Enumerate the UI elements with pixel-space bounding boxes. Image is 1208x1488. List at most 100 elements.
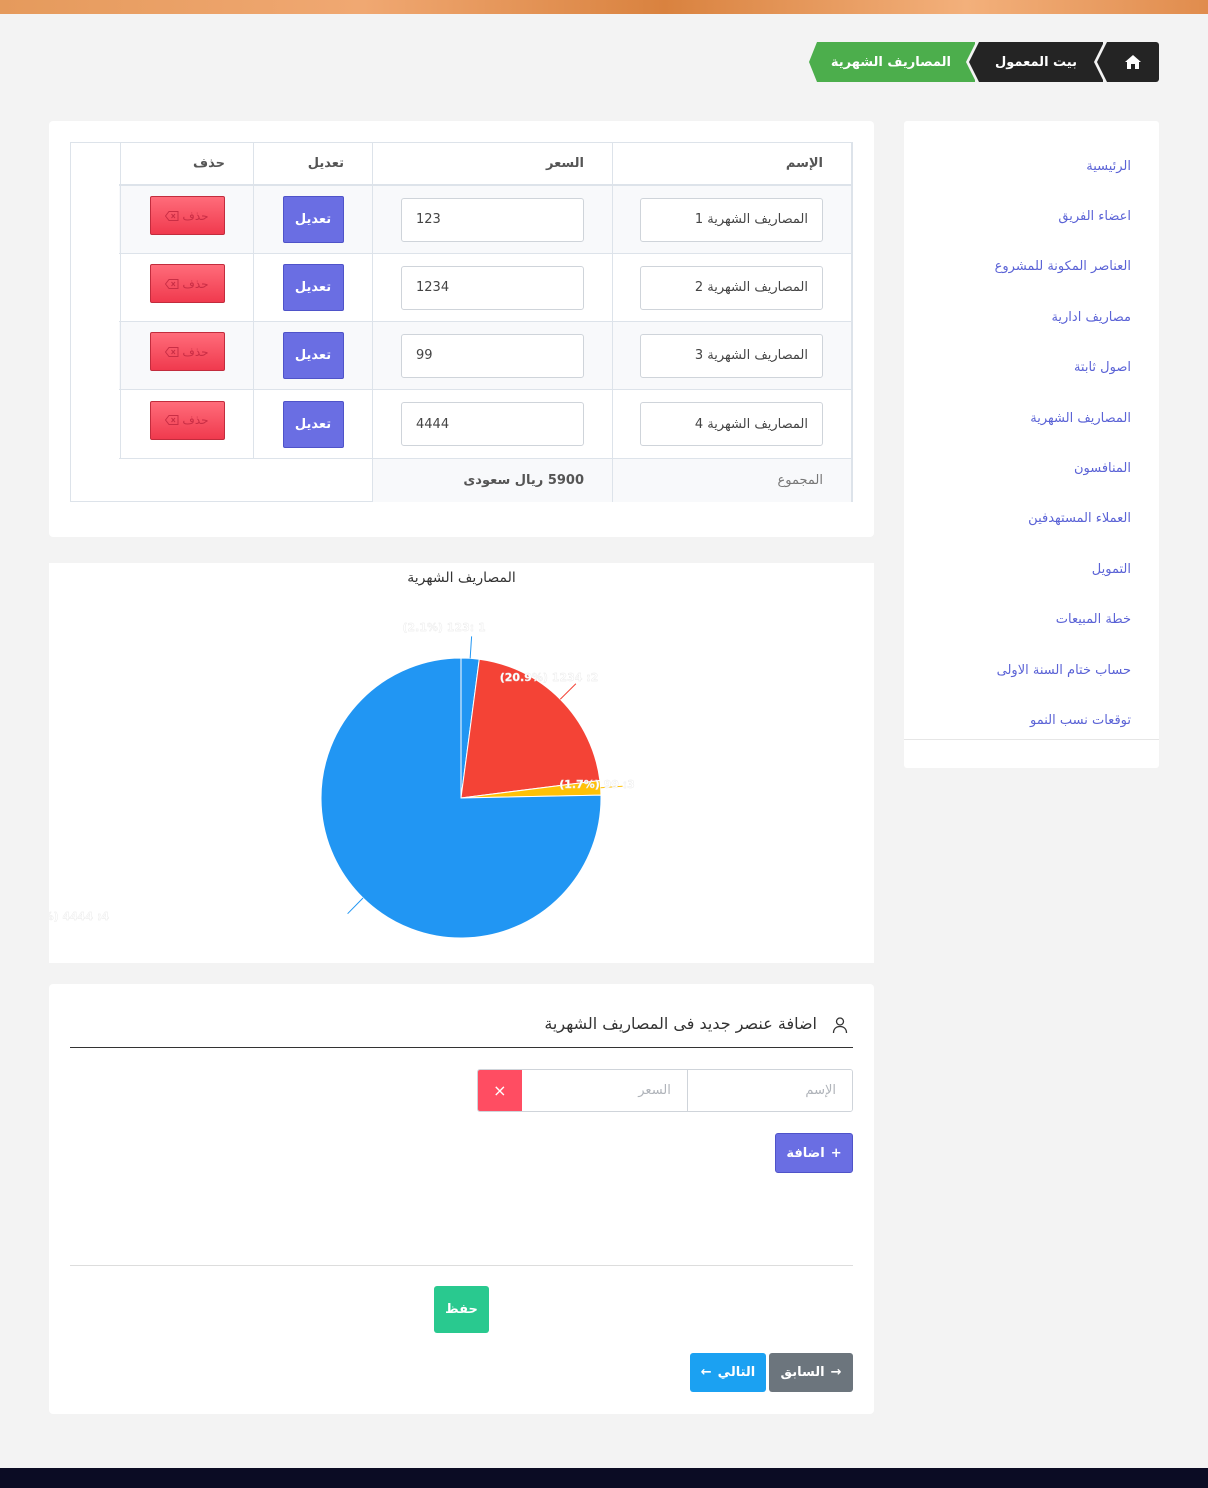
form-divider — [70, 1265, 853, 1266]
pie-data-label: 2: 1234 (20.9%) — [500, 671, 599, 684]
sidebar-item-funding[interactable]: التمويل — [904, 544, 1159, 594]
new-price-input[interactable]: السعر — [521, 1070, 687, 1111]
price-cell: 4444 — [372, 390, 612, 458]
name-input[interactable]: المصاريف الشهرية 3 — [640, 333, 823, 378]
edit-button[interactable]: تعديل — [282, 264, 344, 311]
delete-button[interactable]: حذف — [149, 196, 225, 235]
pie-data-label: 3: 99 (1.7%) — [559, 778, 635, 791]
sidebar-item-fixed-assets[interactable]: اصول ثابتة — [904, 343, 1159, 393]
arrow-right-icon: → — [830, 1365, 842, 1380]
pie-data-label: 4: 4444 (75.3%) — [49, 910, 109, 923]
sidebar-divider — [904, 739, 1159, 740]
edit-button[interactable]: تعديل — [282, 196, 344, 243]
price-input[interactable]: 123 — [401, 197, 584, 242]
delete-label: حذف — [182, 344, 209, 359]
plus-icon: + — [830, 1145, 842, 1161]
delete-cell: حذف — [120, 390, 253, 458]
header-price: السعر — [372, 143, 612, 184]
name-cell: المصاريف الشهرية 3 — [612, 322, 852, 389]
home-icon — [1125, 55, 1141, 69]
price-cell: 99 — [372, 322, 612, 389]
form-header: اضافة عنصر جديد فى المصاريف الشهرية — [70, 1014, 853, 1048]
pie-data-label: 1 :123 (2.1%) — [402, 621, 485, 634]
edit-cell: تعديل — [253, 186, 372, 253]
new-name-input[interactable]: الإسم — [686, 1070, 852, 1111]
add-button[interactable]: + اضافة — [775, 1133, 853, 1173]
pie-chart-card: المصاريف الشهرية 1 :123 (2.1%) 2: 1234 (2… — [49, 563, 874, 963]
delete-label: حذف — [182, 276, 209, 291]
delete-cell: حذف — [120, 322, 253, 389]
name-input[interactable]: المصاريف الشهرية 4 — [640, 402, 823, 446]
sidebar-item-competitors[interactable]: المنافسون — [904, 443, 1159, 493]
pie-chart: 1 :123 (2.1%) 2: 1234 (20.9%) 3: 99 (1.7%)… — [49, 621, 635, 939]
backspace-icon — [165, 278, 179, 289]
table-row: المصاريف الشهرية 3 99 تعديل حذف — [119, 322, 852, 390]
delete-label: حذف — [182, 208, 209, 223]
breadcrumb-current: المصاريف الشهرية — [808, 42, 977, 82]
header-edit: تعديل — [253, 143, 372, 184]
expenses-table-card: الإسم السعر تعديل حذف المصاريف الشهرية 1… — [49, 121, 874, 537]
arrow-left-icon: ← — [700, 1365, 712, 1380]
delete-button[interactable]: حذف — [149, 332, 225, 371]
backspace-icon — [165, 346, 179, 357]
form-title: اضافة عنصر جديد فى المصاريف الشهرية — [544, 1014, 817, 1033]
delete-button[interactable]: حذف — [149, 400, 225, 440]
footer-bar — [0, 1468, 1208, 1488]
name-input[interactable]: المصاريف الشهرية 1 — [640, 197, 823, 242]
header-delete: حذف — [120, 143, 253, 184]
price-input[interactable]: 4444 — [401, 402, 584, 446]
total-label: المجموع — [612, 459, 852, 502]
sidebar-item-components[interactable]: العناصر المكونة للمشروع — [904, 242, 1159, 292]
remove-row-button[interactable]: × — [478, 1070, 522, 1111]
name-cell: المصاريف الشهرية 4 — [612, 390, 852, 458]
top-banner-image — [0, 0, 1208, 14]
sidebar-item-team[interactable]: اعضاء الفريق — [904, 191, 1159, 241]
previous-label: السابق — [780, 1365, 825, 1380]
previous-button[interactable]: → السابق — [769, 1353, 853, 1392]
next-label: التالي — [717, 1365, 756, 1380]
sidebar-item-sales-plan[interactable]: خطة المبيعات — [904, 595, 1159, 645]
sidebar-item-year-end[interactable]: حساب ختام السنة الاولى — [904, 645, 1159, 695]
pie-leader-line — [469, 636, 473, 659]
name-cell: المصاريف الشهرية 1 — [612, 186, 852, 253]
edit-button[interactable]: تعديل — [282, 332, 344, 379]
backspace-icon — [165, 415, 179, 425]
edit-cell: تعديل — [253, 390, 372, 458]
table-header-row: الإسم السعر تعديل حذف — [119, 143, 852, 186]
delete-label: حذف — [182, 413, 209, 427]
name-cell: المصاريف الشهرية 2 — [612, 254, 852, 321]
user-icon — [832, 1017, 848, 1034]
total-value: 5900 ريال سعودى — [372, 459, 612, 502]
backspace-icon — [165, 210, 179, 221]
edit-cell: تعديل — [253, 322, 372, 389]
add-label: اضافة — [786, 1145, 825, 1161]
price-input[interactable]: 99 — [401, 333, 584, 378]
delete-cell: حذف — [120, 254, 253, 321]
sidebar-item-target-customers[interactable]: العملاء المستهدفين — [904, 494, 1159, 544]
next-button[interactable]: التالي ← — [690, 1353, 766, 1392]
price-cell: 123 — [372, 186, 612, 253]
save-button[interactable]: حفظ — [434, 1286, 489, 1333]
table-total-row: المجموع 5900 ريال سعودى — [119, 459, 852, 502]
expenses-table: الإسم السعر تعديل حذف المصاريف الشهرية 1… — [70, 142, 853, 502]
breadcrumb-project[interactable]: بيت المعمول — [968, 42, 1105, 82]
delete-button[interactable]: حذف — [149, 264, 225, 303]
price-cell: 1234 — [372, 254, 612, 321]
header-name: الإسم — [612, 143, 852, 184]
add-item-card: اضافة عنصر جديد فى المصاريف الشهرية الإس… — [49, 984, 874, 1414]
edit-cell: تعديل — [253, 254, 372, 321]
sidebar-item-admin-expenses[interactable]: مصاريف ادارية — [904, 292, 1159, 342]
sidebar-item-home[interactable]: الرئيسية — [904, 141, 1159, 191]
breadcrumb: بيت المعمول المصاريف الشهرية — [808, 42, 1159, 82]
delete-cell: حذف — [120, 186, 253, 253]
breadcrumb-home[interactable] — [1097, 42, 1159, 82]
table-row: المصاريف الشهرية 1 123 تعديل حذف — [119, 186, 852, 254]
edit-button[interactable]: تعديل — [282, 400, 344, 448]
pie-leader-line — [347, 897, 364, 915]
sidebar-item-monthly-expenses[interactable]: المصاريف الشهرية — [904, 393, 1159, 443]
name-input[interactable]: المصاريف الشهرية 2 — [640, 265, 823, 310]
new-item-input-group: الإسم السعر × — [477, 1069, 853, 1112]
price-input[interactable]: 1234 — [401, 265, 584, 310]
table-row: المصاريف الشهرية 2 1234 تعديل حذف — [119, 254, 852, 322]
sidebar: الرئيسية اعضاء الفريق العناصر المكونة لل… — [904, 121, 1159, 768]
